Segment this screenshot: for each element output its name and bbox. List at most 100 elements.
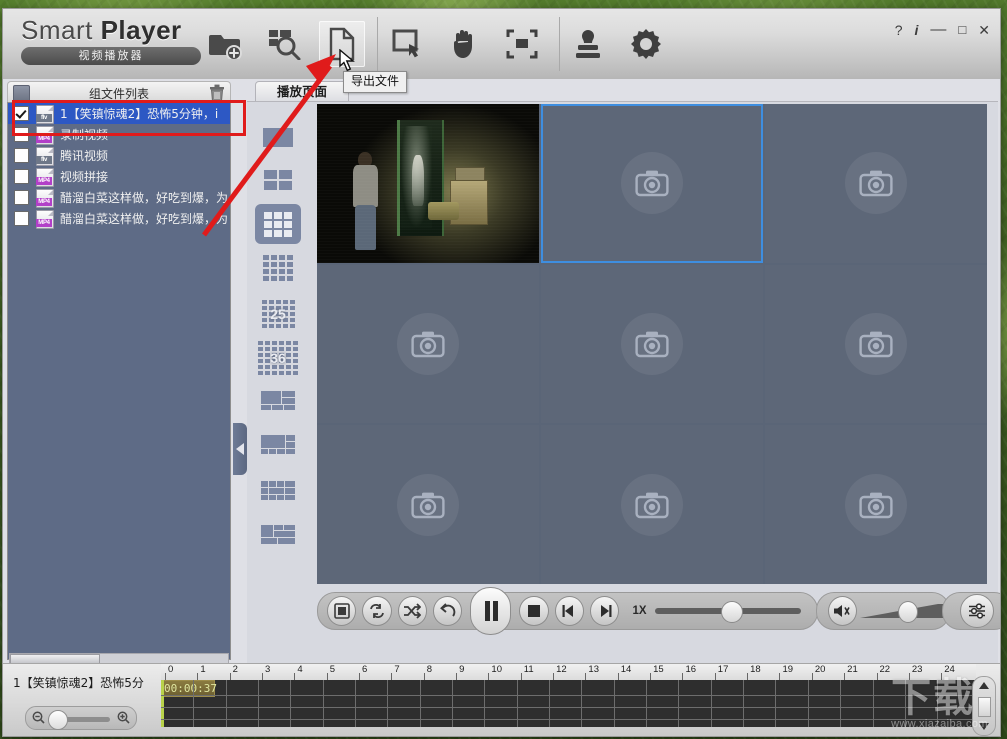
help-button[interactable]: ? xyxy=(895,23,903,37)
volume-slider-knob[interactable] xyxy=(898,601,918,623)
loop-button[interactable] xyxy=(362,596,391,626)
panel-collapse-button[interactable] xyxy=(233,423,247,475)
timeline-tick-label: 1 xyxy=(200,664,205,675)
search-icon xyxy=(267,28,301,60)
file-checkbox[interactable] xyxy=(14,190,29,205)
layout-option-layout-6-split[interactable] xyxy=(255,380,301,420)
timeline-row-divider xyxy=(161,695,976,696)
file-type-icon: MP4 xyxy=(36,189,54,206)
pause-button[interactable] xyxy=(470,587,511,635)
camera-icon xyxy=(845,152,907,214)
file-type-icon: flv xyxy=(36,105,54,122)
layout-option-layout-1[interactable] xyxy=(255,117,301,157)
video-cell[interactable] xyxy=(765,104,987,263)
zoom-out-icon[interactable] xyxy=(32,711,45,729)
timeline-tick-label: 9 xyxy=(459,664,464,675)
maximize-button[interactable]: □ xyxy=(958,23,966,37)
next-frame-button[interactable] xyxy=(590,596,619,626)
scroll-thumb[interactable] xyxy=(978,697,991,717)
layout-option-layout-custom[interactable] xyxy=(255,514,301,554)
timeline-tick-label: 8 xyxy=(427,664,432,675)
timeline-vscrollbar[interactable] xyxy=(972,676,996,736)
video-cell[interactable] xyxy=(317,425,539,584)
select-region-button[interactable] xyxy=(385,21,431,67)
layout-option-layout-13-split[interactable] xyxy=(255,470,301,510)
select-region-icon xyxy=(392,28,424,60)
snapshot-button[interactable] xyxy=(327,596,356,626)
close-button[interactable]: ✕ xyxy=(978,23,990,37)
chevron-left-icon xyxy=(236,443,244,455)
zoom-slider-knob[interactable] xyxy=(48,710,68,730)
minimize-button[interactable]: — xyxy=(930,23,946,37)
file-list-item[interactable]: flv1【笑镇惊魂2】恐怖5分钟，i xyxy=(8,103,230,124)
layout-option-layout-36[interactable]: 36 xyxy=(255,338,301,378)
timeline-tick-label: 5 xyxy=(330,664,335,675)
video-cell[interactable] xyxy=(541,265,763,424)
file-checkbox[interactable] xyxy=(14,211,29,226)
equalizer-button[interactable] xyxy=(960,594,994,628)
file-list-item[interactable]: flv腾讯视频 xyxy=(8,145,230,166)
file-list-item[interactable]: MP4 醋溜白菜这样做，好吃到爆，为 xyxy=(8,208,230,229)
file-label: 醋溜白菜这样做，好吃到爆，为 xyxy=(60,189,228,206)
scroll-up-icon[interactable] xyxy=(979,682,989,689)
split-layout-icon xyxy=(261,435,295,454)
video-grid[interactable] xyxy=(317,104,987,584)
layout-option-layout-8-split[interactable] xyxy=(255,424,301,464)
speed-slider-knob[interactable] xyxy=(721,601,743,623)
timeline-tick-label: 14 xyxy=(621,664,632,675)
file-label: 醋溜白菜这样做，好吃到爆，为 xyxy=(60,210,228,227)
video-cell[interactable] xyxy=(317,265,539,424)
prev-frame-button[interactable] xyxy=(555,596,584,626)
timeline-tick-label: 24 xyxy=(944,664,955,675)
mute-button[interactable] xyxy=(828,596,857,626)
search-button[interactable] xyxy=(261,21,307,67)
timeline-ruler[interactable]: 0123456789101112131415161718192021222324 xyxy=(161,664,976,680)
hand-pan-button[interactable] xyxy=(443,21,489,67)
stamp-icon xyxy=(574,28,602,60)
timeline-tick-label: 21 xyxy=(847,664,858,675)
scroll-down-icon[interactable] xyxy=(979,723,989,730)
file-list-item[interactable]: MP4录制视频 xyxy=(8,124,230,145)
timeline-tick-label: 3 xyxy=(265,664,270,675)
layout-option-layout-4[interactable] xyxy=(255,160,301,200)
layout-option-layout-16[interactable] xyxy=(255,248,301,288)
tab-playback-page[interactable]: 播放页面 xyxy=(255,81,349,102)
file-checkbox[interactable] xyxy=(14,106,29,121)
file-checkbox[interactable] xyxy=(14,148,29,163)
file-type-icon: MP4 xyxy=(36,168,54,185)
video-cell[interactable] xyxy=(541,425,763,584)
brand-first: Smart xyxy=(21,15,93,45)
file-checkbox[interactable] xyxy=(14,127,29,142)
timeline-tracks[interactable]: 00:00:37 xyxy=(161,680,976,727)
shuffle-button[interactable] xyxy=(398,596,427,626)
stamp-button[interactable] xyxy=(565,21,611,67)
volume-slider[interactable] xyxy=(860,602,935,620)
add-folder-button[interactable] xyxy=(203,21,249,67)
layout-count-label: 25 xyxy=(270,306,286,322)
info-button[interactable]: i xyxy=(915,23,919,37)
layout-option-layout-25[interactable]: 25 xyxy=(255,294,301,334)
stop-button[interactable] xyxy=(519,596,548,626)
settings-button[interactable] xyxy=(623,21,669,67)
mouse-cursor xyxy=(339,49,357,78)
layout-option-layout-9[interactable] xyxy=(255,204,301,244)
timeline-zoom-control[interactable] xyxy=(25,706,137,730)
file-list[interactable]: flv1【笑镇惊魂2】恐怖5分钟，iMP4录制视频flv腾讯视频MP4视频拼接M… xyxy=(7,102,231,660)
zoom-in-icon[interactable] xyxy=(117,711,130,729)
camera-icon xyxy=(621,152,683,214)
video-cell[interactable] xyxy=(765,425,987,584)
timeline-tick-label: 15 xyxy=(653,664,664,675)
speed-slider[interactable] xyxy=(655,608,801,614)
titlebar: Smart Player 视频播放器 xyxy=(3,9,1000,80)
file-checkbox[interactable] xyxy=(14,169,29,184)
file-list-item[interactable]: MP4 醋溜白菜这样做，好吃到爆，为 xyxy=(8,187,230,208)
undo-button[interactable] xyxy=(433,596,462,626)
file-type-icon: MP4 xyxy=(36,210,54,227)
camera-icon xyxy=(621,474,683,536)
fit-screen-button[interactable] xyxy=(499,21,545,67)
file-list-item[interactable]: MP4视频拼接 xyxy=(8,166,230,187)
video-cell[interactable] xyxy=(541,104,763,263)
layout-selector-strip[interactable]: 25 36 xyxy=(249,102,307,664)
video-cell[interactable] xyxy=(317,104,539,263)
video-cell[interactable] xyxy=(765,265,987,424)
